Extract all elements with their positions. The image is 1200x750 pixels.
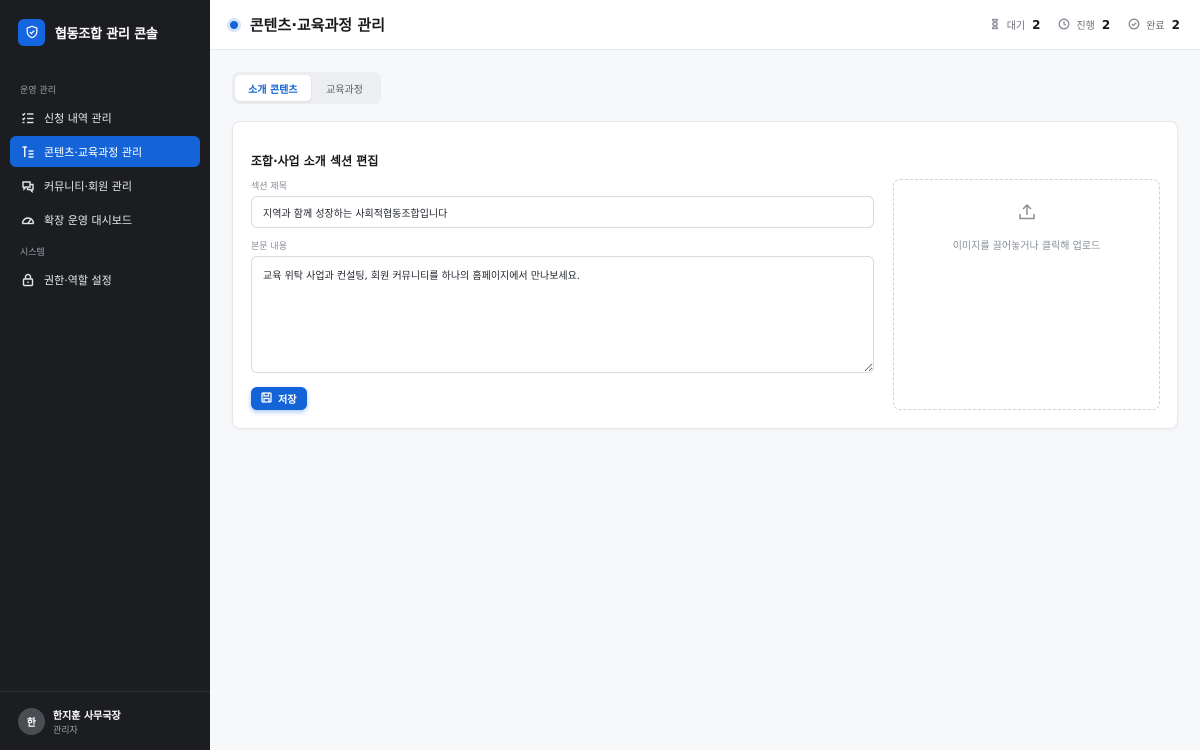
user-role: 관리자 [53, 725, 78, 736]
sidebar-item-dashboard[interactable]: 확장 운영 대시보드 [10, 204, 200, 235]
stat-value: 2 [1171, 17, 1180, 32]
body-textarea[interactable]: 교육 위탁 사업과 컨설팅, 회원 커뮤니티를 하나의 홈페이지에서 만나보세요… [251, 256, 874, 373]
status-dot [230, 20, 238, 29]
section-title-input[interactable] [251, 196, 874, 228]
sidebar-item-label: 콘텐츠·교육과정 관리 [44, 145, 143, 159]
stat-label: 진행 [1076, 21, 1095, 32]
save-label: 저장 [278, 395, 297, 406]
check-circle-icon [1128, 15, 1140, 34]
stat-value: 2 [1101, 17, 1111, 32]
save-icon [261, 391, 278, 406]
sidebar-item-community[interactable]: 커뮤니티·회원 관리 [10, 170, 200, 201]
lock-icon [21, 273, 35, 287]
sidebar-item-label: 커뮤니티·회원 관리 [44, 179, 132, 193]
status-summary: 대기 2 진행 2 완료 2 [971, 15, 1180, 34]
sidebar-item-applications[interactable]: 신청 내역 관리 [10, 102, 200, 133]
user-name: 한지훈 사무국장 [53, 710, 121, 722]
clock-icon [1058, 15, 1070, 34]
upload-icon [1017, 202, 1037, 226]
page-title: 콘텐츠·교육과정 관리 [250, 16, 386, 34]
header: 콘텐츠·교육과정 관리 대기 2 진행 2 완료 2 [210, 0, 1200, 50]
section-title-label: 섹션 제목 [251, 182, 287, 192]
sidebar-item-permissions[interactable]: 권한·역할 설정 [10, 264, 200, 295]
brand[interactable]: 협동조합 관리 콘솔 [0, 0, 210, 64]
avatar: 한 [18, 707, 45, 735]
stat-label: 완료 [1146, 21, 1165, 32]
stat-pending: 대기 2 [989, 15, 1041, 34]
sidebar: 협동조합 관리 콘솔 운영 관리 신청 내역 관리 콘텐츠·교육과정 관리 커뮤… [0, 0, 210, 750]
list-icon [21, 111, 35, 125]
user-info: 한지훈 사무국장 관리자 [53, 707, 121, 736]
brand-title: 협동조합 관리 콘솔 [55, 26, 158, 42]
gauge-icon [21, 213, 35, 227]
card-title: 조합·사업 소개 섹션 편집 [251, 154, 379, 168]
stat-completed: 완료 2 [1128, 15, 1180, 34]
sidebar-item-content[interactable]: 콘텐츠·교육과정 관리 [10, 136, 200, 167]
image-upload-dropzone[interactable]: 이미지를 끌어놓거나 클릭해 업로드 [893, 179, 1160, 410]
chat-icon [21, 179, 35, 193]
tab-intro-content[interactable]: 소개 콘텐츠 [235, 75, 311, 101]
sidebar-item-label: 권한·역할 설정 [44, 273, 112, 287]
nav-section-operations: 운영 관리 [20, 86, 56, 96]
content-tabs: 소개 콘텐츠 교육과정 [232, 72, 381, 104]
shield-check-icon [18, 18, 45, 46]
stat-in-progress: 진행 2 [1058, 15, 1110, 34]
save-button[interactable]: 저장 [251, 387, 307, 410]
tab-courses[interactable]: 교육과정 [311, 75, 378, 101]
body-label: 본문 내용 [251, 242, 287, 252]
hourglass-icon [989, 15, 1001, 34]
nav-section-system: 시스템 [20, 248, 45, 258]
stat-value: 2 [1032, 17, 1041, 32]
user-profile[interactable]: 한 한지훈 사무국장 관리자 [0, 691, 210, 750]
sidebar-item-label: 확장 운영 대시보드 [44, 213, 132, 227]
upload-hint: 이미지를 끌어놓거나 클릭해 업로드 [952, 241, 1101, 252]
content-icon [21, 145, 35, 159]
stat-label: 대기 [1006, 21, 1026, 32]
sidebar-item-label: 신청 내역 관리 [44, 111, 112, 125]
intro-section-editor: 조합·사업 소개 섹션 편집 섹션 제목 본문 내용 교육 위탁 사업과 컨설팅… [232, 121, 1178, 429]
